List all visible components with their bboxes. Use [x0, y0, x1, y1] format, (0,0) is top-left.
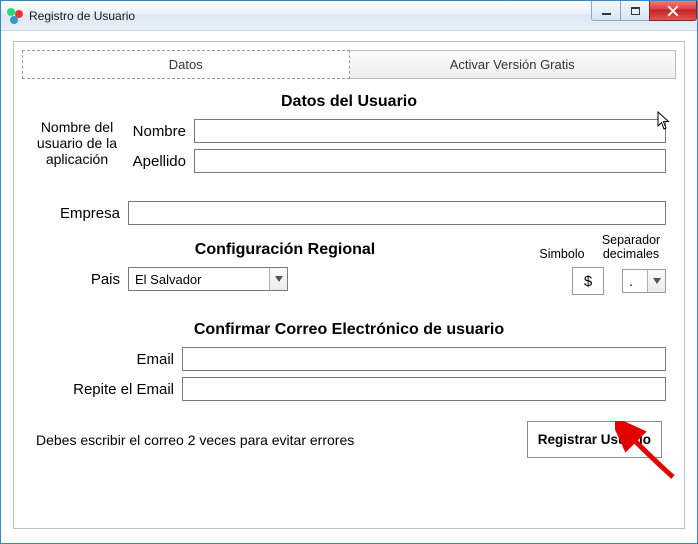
tabstrip: Datos Activar Versión Gratis	[22, 50, 676, 79]
pais-value: El Salvador	[135, 272, 201, 287]
label-nombre: Nombre	[128, 123, 194, 140]
window-controls	[592, 1, 697, 21]
main-panel: Datos Activar Versión Gratis Datos del U…	[13, 41, 685, 529]
name-block: Nombre del usuario de la aplicación Nomb…	[32, 119, 666, 179]
nombre-input[interactable]	[194, 119, 666, 143]
label-simbolo: Simbolo	[538, 247, 586, 261]
tab-content: Datos del Usuario Nombre del usuario de …	[14, 79, 684, 468]
email-input[interactable]	[182, 347, 666, 371]
window-title: Registro de Usuario	[29, 9, 135, 23]
label-email2: Repite el Email	[32, 381, 182, 398]
section-datos-usuario: Datos del Usuario	[32, 93, 666, 111]
email-repeat-input[interactable]	[182, 377, 666, 401]
titlebar: Registro de Usuario	[1, 1, 697, 31]
simbolo-value: $	[584, 273, 592, 290]
chevron-down-icon	[647, 270, 665, 292]
tab-datos[interactable]: Datos	[22, 50, 350, 79]
chevron-down-icon	[269, 268, 287, 290]
label-apellido: Apellido	[128, 153, 194, 170]
separador-value: .	[629, 273, 633, 289]
side-note: Nombre del usuario de la aplicación	[32, 119, 128, 167]
app-icon	[7, 8, 23, 24]
label-separador: Separador decimales	[596, 233, 666, 261]
minimize-button[interactable]	[591, 1, 621, 21]
tab-activar[interactable]: Activar Versión Gratis	[349, 50, 677, 79]
empresa-input[interactable]	[128, 201, 666, 225]
client-area: Datos Activar Versión Gratis Datos del U…	[1, 31, 697, 541]
label-email: Email	[32, 351, 182, 368]
section-config-regional: Configuración Regional	[32, 241, 538, 259]
window: Registro de Usuario Datos Activar Versió…	[0, 0, 698, 544]
section-confirmar-email: Confirmar Correo Electrónico de usuario	[32, 321, 666, 339]
separador-select[interactable]: .	[622, 269, 666, 293]
label-pais: Pais	[32, 271, 128, 288]
email-hint: Debes escribir el correo 2 veces para ev…	[36, 432, 354, 448]
pais-select[interactable]: El Salvador	[128, 267, 288, 291]
regional-headers: Simbolo Separador decimales	[538, 233, 666, 261]
simbolo-box[interactable]: $	[572, 267, 604, 295]
registrar-button[interactable]: Registrar Usuario	[527, 421, 662, 458]
close-button[interactable]	[649, 1, 697, 21]
apellido-input[interactable]	[194, 149, 666, 173]
label-empresa: Empresa	[32, 205, 128, 222]
maximize-button[interactable]	[620, 1, 650, 21]
